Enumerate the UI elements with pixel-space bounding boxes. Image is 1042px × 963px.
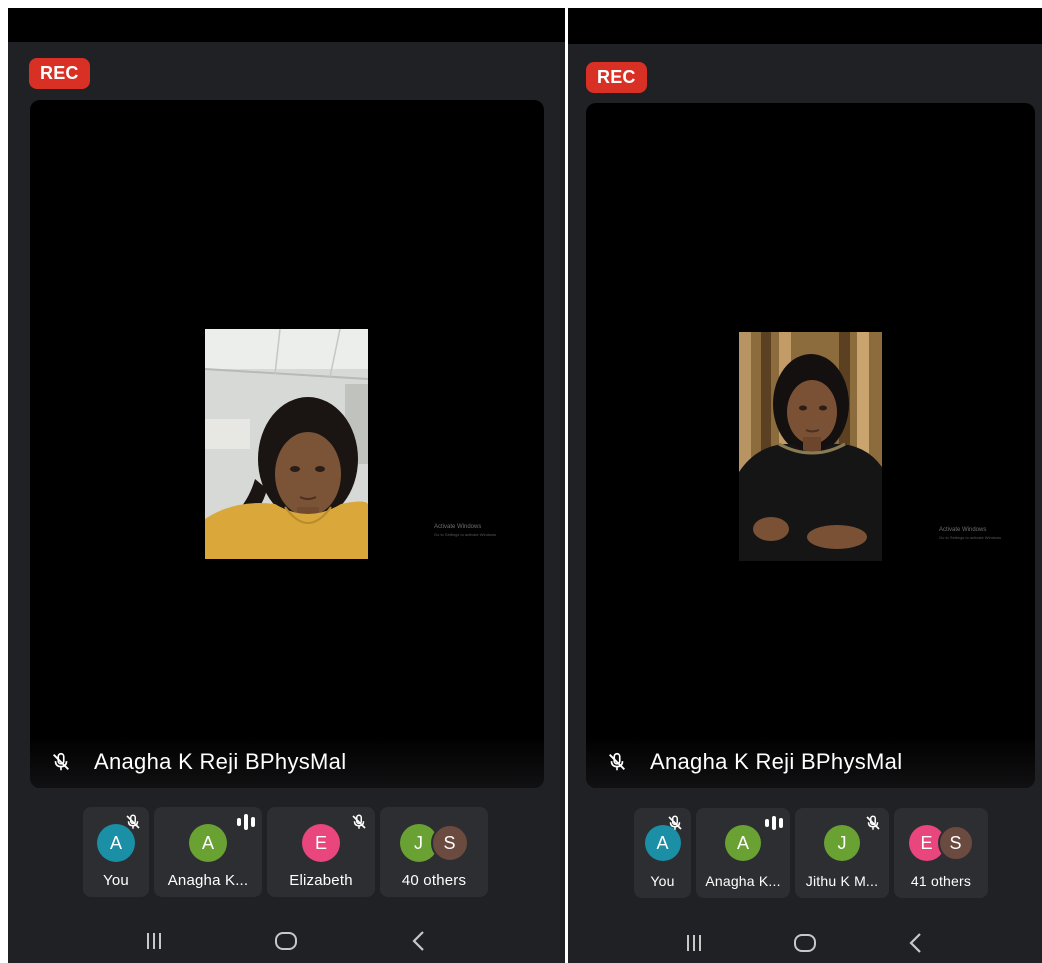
participant-video xyxy=(739,332,882,561)
participant-name: Elizabeth xyxy=(289,872,353,889)
mic-off-icon xyxy=(609,752,625,771)
participant-name: Jithu K M... xyxy=(805,873,879,889)
mic-off-icon xyxy=(352,814,366,829)
activate-windows-watermark: Activate Windows Go to Settings to activ… xyxy=(939,527,1001,541)
recents-button[interactable] xyxy=(679,928,709,958)
participant-tile[interactable]: E Elizabeth xyxy=(267,807,375,897)
recording-badge: REC xyxy=(586,62,647,93)
speaker-name: Anagha K Reji BPhysMal xyxy=(94,749,347,774)
back-icon xyxy=(909,933,922,953)
avatar: E xyxy=(302,824,340,862)
video-frame-image xyxy=(205,329,368,559)
main-video-stage[interactable]: Activate Windows Go to Settings to activ… xyxy=(30,100,544,788)
active-speaker-bar: Anagha K Reji BPhysMal xyxy=(30,736,544,788)
mic-off-icon xyxy=(126,814,140,829)
avatar: S xyxy=(430,824,469,862)
avatar: A xyxy=(189,824,227,862)
participant-name: You xyxy=(103,872,129,889)
participant-strip: A You A Anagha K... J Jithu K M... E S 4… xyxy=(634,808,993,898)
activate-windows-watermark: Activate Windows Go to Settings to activ… xyxy=(434,524,496,538)
system-nav-bar xyxy=(568,918,1042,963)
participant-tile-you[interactable]: A You xyxy=(83,807,149,897)
avatar: A xyxy=(725,825,761,861)
participant-tile[interactable]: A Anagha K... xyxy=(696,808,790,898)
recents-icon xyxy=(686,935,701,951)
status-bar xyxy=(8,8,565,42)
others-count: 40 others xyxy=(401,872,467,889)
recents-icon xyxy=(147,933,162,949)
watermark-subtitle: Go to Settings to activate Windows xyxy=(939,535,1002,540)
recording-badge: REC xyxy=(29,58,90,89)
watermark-title: Activate Windows xyxy=(434,524,482,530)
others-tile[interactable]: E S 41 others xyxy=(894,808,988,898)
participant-video xyxy=(205,329,368,559)
recents-button[interactable] xyxy=(139,926,169,956)
participant-tile[interactable]: A Anagha K... xyxy=(154,807,262,897)
home-icon xyxy=(793,934,816,952)
main-video-stage[interactable]: Activate Windows Go to Settings to activ… xyxy=(586,103,1035,788)
active-speaker-bar: Anagha K Reji BPhysMal xyxy=(586,736,1035,788)
watermark-subtitle: Go to Settings to activate Windows xyxy=(434,532,497,537)
back-icon xyxy=(412,931,424,951)
mic-off-icon xyxy=(53,752,69,771)
speaking-icon xyxy=(763,815,784,831)
home-button[interactable] xyxy=(271,926,301,956)
phone-screen-1: REC Activate Windows Go to Settings to a… xyxy=(8,8,565,963)
avatar: S xyxy=(937,825,974,861)
video-frame-image xyxy=(739,332,882,561)
home-icon xyxy=(275,932,298,950)
speaking-icon xyxy=(235,814,256,830)
participant-tile[interactable]: J Jithu K M... xyxy=(795,808,889,898)
avatar: J xyxy=(824,825,860,861)
system-nav-bar xyxy=(8,916,565,963)
participant-name: Anagha K... xyxy=(167,872,249,889)
participant-name: Anagha K... xyxy=(705,873,781,889)
phone-screen-2: REC Activate Windows Go to Settings to a… xyxy=(568,8,1042,963)
participant-tile-you[interactable]: A You xyxy=(634,808,691,898)
others-tile[interactable]: J S 40 others xyxy=(380,807,488,897)
status-bar xyxy=(568,8,1042,44)
mic-off-icon xyxy=(668,815,682,830)
back-button[interactable] xyxy=(901,928,931,958)
home-button[interactable] xyxy=(790,928,820,958)
back-button[interactable] xyxy=(404,926,434,956)
others-count: 41 others xyxy=(910,873,972,889)
mic-off-icon xyxy=(866,815,880,830)
speaker-name: Anagha K Reji BPhysMal xyxy=(650,749,903,774)
watermark-title: Activate Windows xyxy=(939,527,987,533)
participant-strip: A You A Anagha K... E Elizabeth J S 40 o… xyxy=(83,807,493,897)
participant-name: You xyxy=(650,873,675,889)
